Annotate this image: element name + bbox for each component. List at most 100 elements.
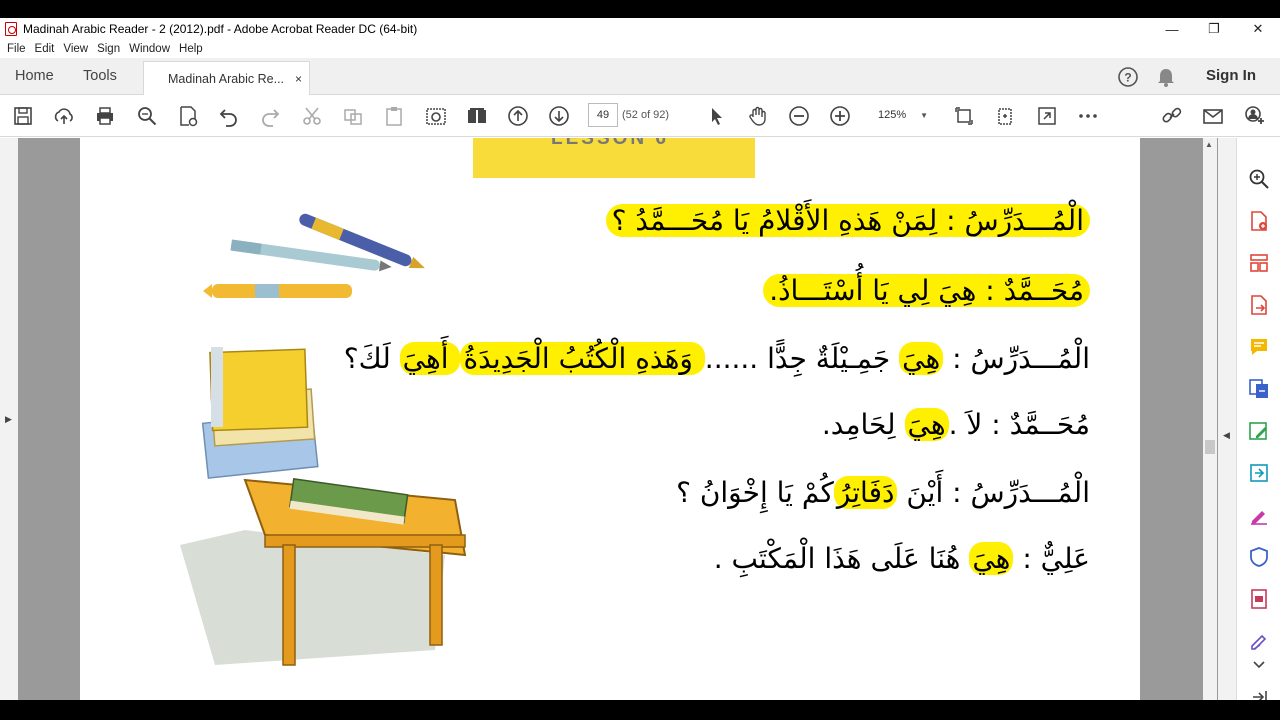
line-5-plain-2: كُمْ يَا إِخْوَانُ ؟ xyxy=(676,476,834,509)
speaker-2: مُحَــمَّدٌ xyxy=(1003,274,1084,307)
share-link-icon[interactable] xyxy=(1161,105,1183,127)
tab-document[interactable]: Madinah Arabic Re... × xyxy=(143,61,310,96)
separator-1: : xyxy=(937,204,965,237)
toolbar: 49 (52 of 92) 125% ▼ xyxy=(0,95,1280,137)
line-6-hl-1: هِيَ xyxy=(969,542,1014,575)
line-3-plain-3: لَكَ؟ xyxy=(343,342,400,375)
line-4-plain-2: لِحَامِد. xyxy=(821,408,905,441)
chevron-down-icon: ▼ xyxy=(920,110,929,120)
page-number-input[interactable]: 49 xyxy=(588,103,618,127)
upload-icon[interactable] xyxy=(53,105,75,127)
line-5-plain-1: أَيْنَ xyxy=(897,476,944,509)
document-viewer[interactable]: ▶ LESSON 6 الْمُـــدَرِّسُ: لِمَنْ هَذه… xyxy=(0,138,1236,700)
books-illustration xyxy=(201,347,319,479)
menu-sign[interactable]: Sign xyxy=(97,43,120,55)
search-icon[interactable] xyxy=(136,105,158,127)
fill-sign-icon[interactable] xyxy=(1248,504,1270,526)
paste-icon[interactable] xyxy=(383,105,405,127)
fit-icon[interactable] xyxy=(953,105,975,127)
restore-button[interactable]: ❐ xyxy=(1192,18,1236,40)
redo-icon[interactable] xyxy=(259,105,281,127)
zoom-icon[interactable] xyxy=(1248,168,1270,190)
add-user-icon[interactable] xyxy=(1244,105,1266,127)
speaker-5: الْمُـــدَرِّسُ xyxy=(970,476,1090,509)
more-tools-icon[interactable] xyxy=(1248,588,1270,610)
tab-document-label: Madinah Arabic Re... xyxy=(168,72,285,86)
separator-4: : xyxy=(982,408,1010,441)
line-5-hl-1: دَفَاتِرُ xyxy=(833,476,898,509)
line-3-plain-1: جَمِـيْلَةٌ xyxy=(815,342,900,375)
line-3-plain-2: جِدًّا ...... xyxy=(704,342,816,375)
desk-illustration xyxy=(180,478,467,666)
rotate-icon[interactable] xyxy=(994,105,1016,127)
create-pdf-icon[interactable] xyxy=(1248,210,1270,232)
zoom-out-icon[interactable] xyxy=(788,105,810,127)
more-icon[interactable] xyxy=(1077,105,1099,127)
separator-6: : xyxy=(1013,542,1041,575)
lesson-heading: LESSON 6 xyxy=(551,138,669,149)
compress-icon[interactable] xyxy=(1248,462,1270,484)
dialogue-line-5: الْمُـــدَرِّسُ : أَيْنَ دَفَاتِرُكُمْ ي… xyxy=(676,476,1090,509)
edit-pdf-icon[interactable] xyxy=(1248,420,1270,442)
vertical-scrollbar[interactable]: ▲ xyxy=(1203,138,1217,700)
line-3-hl-3: أَهِيَ xyxy=(399,342,461,375)
organize-icon[interactable] xyxy=(1248,252,1270,274)
menu-help[interactable]: Help xyxy=(179,43,203,55)
line-2-text: هِيَ لِي يَا أُسْتَـــاذُ. xyxy=(769,274,977,307)
sign-in-button[interactable]: Sign In xyxy=(1206,67,1256,84)
comment-icon[interactable] xyxy=(1248,336,1270,358)
prev-page-icon[interactable] xyxy=(507,105,529,127)
scroll-up-icon[interactable]: ▲ xyxy=(1205,140,1213,149)
speaker-6: عَلِيٌّ xyxy=(1040,542,1090,575)
select-icon[interactable] xyxy=(705,105,727,127)
right-panel-toggle[interactable]: ◀ xyxy=(1218,138,1236,700)
menu-edit[interactable]: Edit xyxy=(35,43,55,55)
tab-home[interactable]: Home xyxy=(15,68,54,84)
speaker-4: مُحَــمَّدٌ xyxy=(1009,408,1090,441)
combine-icon[interactable] xyxy=(1248,378,1270,400)
close-window-button[interactable]: ✕ xyxy=(1236,18,1280,40)
menu-window[interactable]: Window xyxy=(129,43,170,55)
dialogue-line-6: عَلِيٌّ : هِيَ هُنَا عَلَى هَذَا الْمَكْ… xyxy=(714,542,1090,575)
compare-icon[interactable] xyxy=(466,105,488,127)
highlight-line-2: مُحَــمَّدٌ : هِيَ لِي يَا أُسْتَـــاذُ. xyxy=(763,274,1090,307)
copy-icon[interactable] xyxy=(342,105,364,127)
cut-icon[interactable] xyxy=(301,105,323,127)
separator-5: : xyxy=(943,476,971,509)
separator-2: : xyxy=(976,274,1004,307)
zoom-in-icon[interactable] xyxy=(829,105,851,127)
help-icon[interactable]: ? xyxy=(1117,66,1139,88)
separator-3: : xyxy=(943,342,971,375)
tab-tools[interactable]: Tools xyxy=(83,68,117,84)
print-icon[interactable] xyxy=(94,105,116,127)
bell-icon[interactable] xyxy=(1156,66,1176,88)
pdf-app-icon xyxy=(5,22,17,36)
line-3-hl-1: هِيَ xyxy=(899,342,944,375)
dialogue-line-4: مُحَــمَّدٌ : لاَ .هِيَ لِحَامِد. xyxy=(822,408,1090,441)
menu-view[interactable]: View xyxy=(63,43,88,55)
fullscreen-icon[interactable] xyxy=(1036,105,1058,127)
acrobat-window: Madinah Arabic Reader - 2 (2012).pdf - A… xyxy=(0,18,1280,703)
export-icon[interactable] xyxy=(1248,294,1270,316)
mail-icon[interactable] xyxy=(1202,105,1224,127)
hand-icon[interactable] xyxy=(747,105,769,127)
dialogue-line-3: الْمُـــدَرِّسُ : هِيَ جَمِـيْلَةٌ جِدًّ… xyxy=(344,342,1090,375)
undo-icon[interactable] xyxy=(218,105,240,127)
zoom-select[interactable]: 125% ▼ xyxy=(870,103,932,127)
minimize-button[interactable]: — xyxy=(1150,18,1194,40)
menu-bar: File Edit View Sign Window Help xyxy=(0,40,1280,58)
line-4-hl-1: هِيَ xyxy=(904,408,949,441)
line-6-plain-1: هُنَا عَلَى هَذَا الْمَكْتَبِ . xyxy=(713,542,970,575)
chevron-down-icon[interactable] xyxy=(1248,653,1270,675)
scan-icon[interactable] xyxy=(1248,630,1270,652)
speaker-1: الْمُـــدَرِّسُ xyxy=(964,204,1084,237)
protect-icon[interactable] xyxy=(1248,546,1270,568)
next-page-icon[interactable] xyxy=(548,105,570,127)
menu-file[interactable]: File xyxy=(7,43,26,55)
close-tab-icon[interactable]: × xyxy=(295,72,302,86)
scrollbar-thumb[interactable] xyxy=(1205,440,1215,454)
save-icon[interactable] xyxy=(12,105,34,127)
left-panel-toggle[interactable]: ▶ xyxy=(0,138,18,700)
snapshot-icon[interactable] xyxy=(425,105,447,127)
edit-doc-icon[interactable] xyxy=(177,105,199,127)
